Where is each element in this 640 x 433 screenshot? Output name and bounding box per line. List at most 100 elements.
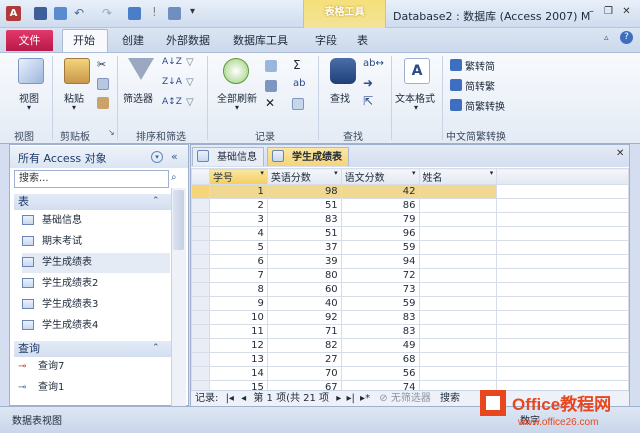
table-cell[interactable]: 60 <box>266 282 342 297</box>
table-cell[interactable]: 42 <box>340 184 420 199</box>
table-cell[interactable] <box>418 296 498 311</box>
record-position[interactable]: 第 1 项(共 21 项 <box>253 393 329 404</box>
table-cell[interactable] <box>418 310 498 325</box>
nav-item-table-selected[interactable]: 学生成绩表 <box>22 253 170 273</box>
table-cell[interactable]: 79 <box>340 212 420 227</box>
table-icon[interactable] <box>168 7 181 20</box>
table-cell[interactable]: 27 <box>266 352 342 367</box>
table-cell[interactable] <box>418 268 498 283</box>
table-cell[interactable]: 83 <box>266 212 342 227</box>
table-cell[interactable]: 80 <box>266 268 342 283</box>
text-format-dropdown-icon[interactable]: ▾ <box>414 103 418 112</box>
toggle-filter-icon[interactable]: ▽ <box>186 97 194 108</box>
table-cell[interactable] <box>418 282 498 297</box>
row-selector[interactable] <box>191 184 210 199</box>
table-row[interactable]: 6 39 94 <box>191 254 629 269</box>
close-doc-icon[interactable]: ✕ <box>616 148 624 159</box>
replace-icon[interactable]: ab↔ <box>363 58 384 69</box>
table-cell[interactable]: 72 <box>340 268 420 283</box>
table-cell[interactable] <box>496 240 629 255</box>
nav-scroll-thumb[interactable] <box>173 190 184 250</box>
table-cell[interactable]: 59 <box>340 240 420 255</box>
row-selector[interactable] <box>191 254 210 269</box>
first-record-icon[interactable]: |◂ <box>226 393 234 404</box>
table-cell[interactable]: 9 <box>208 296 268 311</box>
table-cell[interactable]: 51 <box>266 226 342 241</box>
nav-item-table[interactable]: 学生成绩表2 <box>22 274 170 294</box>
table-cell[interactable]: 14 <box>208 366 268 381</box>
table-cell[interactable] <box>418 240 498 255</box>
table-cell[interactable]: 49 <box>340 338 420 353</box>
totals-icon[interactable]: Σ <box>293 58 301 72</box>
column-dropdown-icon[interactable]: ▾ <box>334 169 338 177</box>
customize-toolbar-icon[interactable]: ▾ <box>190 6 195 17</box>
table-cell[interactable]: 15 <box>208 380 268 390</box>
table-cell[interactable]: 68 <box>340 352 420 367</box>
tab-home[interactable]: 开始 <box>73 32 95 48</box>
spelling-icon[interactable]: ab <box>293 78 305 89</box>
table-cell[interactable] <box>418 254 498 269</box>
table-cell[interactable] <box>496 324 629 339</box>
paste-dropdown-icon[interactable]: ▾ <box>72 103 76 112</box>
last-record-icon[interactable]: ▸| <box>346 393 354 404</box>
tab-fields[interactable]: 字段 <box>315 32 337 48</box>
row-selector[interactable] <box>191 380 210 390</box>
sort-descending-icon[interactable]: Z↓A <box>162 77 182 87</box>
table-cell[interactable]: 1 <box>208 184 268 199</box>
tab-database-tools[interactable]: 数据库工具 <box>233 32 288 48</box>
tab-external-data[interactable]: 外部数据 <box>166 32 210 48</box>
table-cell[interactable]: 4 <box>208 226 268 241</box>
table-cell[interactable] <box>496 184 629 199</box>
redo-icon[interactable]: ↷ <box>102 6 112 20</box>
table-cell[interactable] <box>418 324 498 339</box>
table-row[interactable]: 2 51 86 <box>191 198 629 213</box>
refresh-dropdown-icon[interactable]: ▾ <box>235 103 239 112</box>
column-header[interactable]: 英语分数 ▾ <box>266 168 342 185</box>
table-row[interactable]: 1 98 42 <box>191 184 629 199</box>
table-cell[interactable]: 5 <box>208 240 268 255</box>
table-cell[interactable]: 7 <box>208 268 268 283</box>
table-cell[interactable]: 10 <box>208 310 268 325</box>
row-selector[interactable] <box>191 352 210 367</box>
new-record-icon[interactable] <box>265 60 277 72</box>
filter-button[interactable]: 筛选器 <box>123 90 153 105</box>
clear-sort-icon[interactable]: A↕Z <box>162 97 182 107</box>
table-cell[interactable]: 6 <box>208 254 268 269</box>
table-cell[interactable] <box>418 212 498 227</box>
select-all-cell[interactable] <box>191 168 210 185</box>
table-cell[interactable]: 94 <box>340 254 420 269</box>
column-dropdown-icon[interactable]: ▾ <box>490 169 494 177</box>
table-cell[interactable]: 59 <box>340 296 420 311</box>
new-record-nav-icon[interactable]: ▸* <box>360 393 370 404</box>
row-selector[interactable] <box>191 366 210 381</box>
to-traditional-button[interactable]: 简转繁 <box>465 78 495 93</box>
row-selector[interactable] <box>191 282 210 297</box>
table-row[interactable]: 5 37 59 <box>191 240 629 255</box>
table-row[interactable]: 14 70 56 <box>191 366 629 381</box>
nav-item-table[interactable]: 学生成绩表4 <box>22 316 170 336</box>
advanced-filter-icon[interactable]: ▽ <box>186 77 194 88</box>
table-cell[interactable]: 11 <box>208 324 268 339</box>
table-row[interactable]: 13 27 68 <box>191 352 629 367</box>
table-cell[interactable]: 12 <box>208 338 268 353</box>
to-simplified-icon[interactable] <box>450 59 462 71</box>
minimize-icon[interactable]: – <box>585 5 598 18</box>
table-cell[interactable] <box>496 296 629 311</box>
goto-icon[interactable]: ➜ <box>363 76 373 90</box>
find-button[interactable]: 查找 <box>330 90 350 105</box>
table-cell[interactable] <box>418 226 498 241</box>
add-column-header[interactable] <box>496 168 629 185</box>
table-cell[interactable] <box>496 254 629 269</box>
row-selector[interactable] <box>191 310 210 325</box>
edit-icon[interactable] <box>54 7 67 20</box>
table-cell[interactable]: 73 <box>340 282 420 297</box>
more-records-icon[interactable] <box>292 98 304 110</box>
prev-record-icon[interactable]: ◂ <box>241 393 246 404</box>
table-cell[interactable] <box>418 198 498 213</box>
column-dropdown-icon[interactable]: ▾ <box>260 169 264 177</box>
text-format-icon[interactable]: A <box>404 58 430 84</box>
format-painter-icon[interactable] <box>97 97 109 109</box>
table-cell[interactable]: 96 <box>340 226 420 241</box>
row-selector[interactable] <box>191 324 210 339</box>
undo-icon[interactable]: ↶ <box>74 6 84 20</box>
